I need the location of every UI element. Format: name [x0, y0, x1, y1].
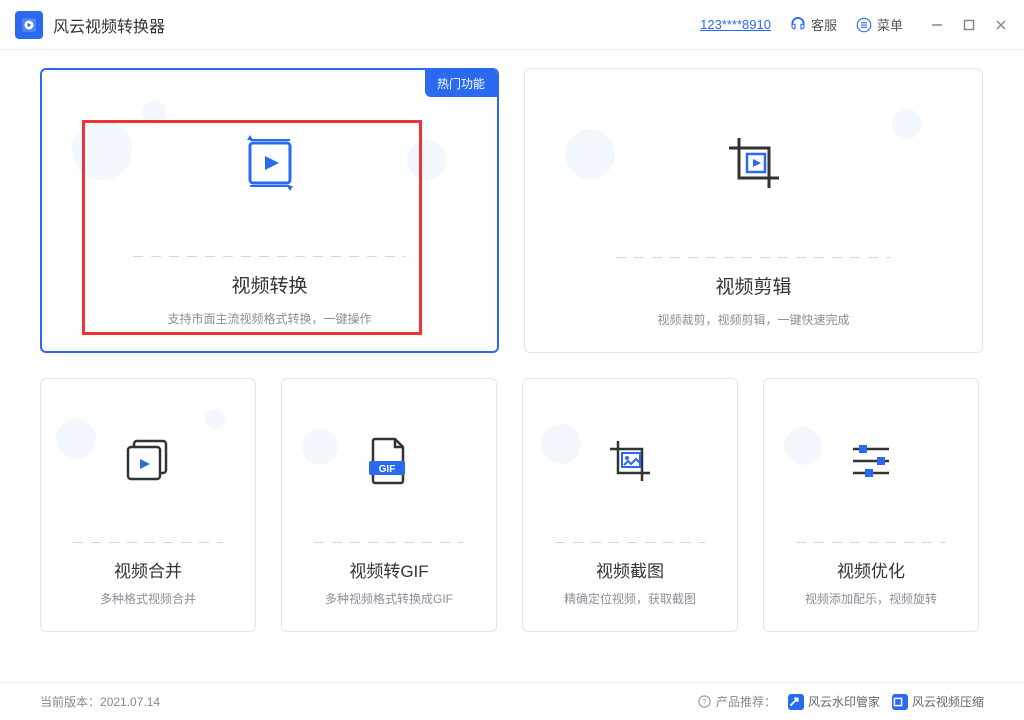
card-video-screenshot[interactable]: 视频截图 精确定位视频，获取截图 — [522, 378, 738, 632]
menu-icon — [855, 16, 873, 34]
card-video-merge[interactable]: 视频合并 多种格式视频合并 — [40, 378, 256, 632]
support-button[interactable]: 客服 — [789, 15, 837, 34]
headset-icon — [789, 16, 807, 34]
user-id-link[interactable]: 123****8910 — [700, 17, 771, 32]
window-controls — [929, 17, 1009, 33]
watermark-icon — [788, 694, 804, 710]
minimize-button[interactable] — [929, 17, 945, 33]
card-desc: 精确定位视频，获取截图 — [554, 590, 706, 607]
card-video-edit[interactable]: 视频剪辑 视频裁剪，视频剪辑，一键快速完成 — [524, 68, 983, 353]
version-value: 2021.07.14 — [100, 695, 160, 709]
card-title: 视频转换 — [231, 271, 307, 298]
version-label: 当前版本： — [40, 693, 100, 710]
footer: 当前版本： 2021.07.14 ? 产品推荐： 风云水印管家 风云视频压缩 — [0, 682, 1024, 720]
maximize-button[interactable] — [961, 17, 977, 33]
card-title: 视频合并 — [114, 557, 182, 582]
card-desc: 视频裁剪，视频剪辑，一键快速完成 — [647, 311, 859, 328]
menu-button[interactable]: 菜单 — [855, 15, 903, 34]
titlebar: 风云视频转换器 123****8910 客服 菜单 — [0, 0, 1024, 50]
card-desc: 多种格式视频合并 — [90, 590, 206, 607]
card-title: 视频截图 — [596, 557, 664, 582]
app-title: 风云视频转换器 — [53, 13, 165, 37]
recommend-label: 产品推荐： — [716, 693, 776, 710]
card-desc: 支持市面主流视频格式转换，一键操作 — [157, 310, 381, 327]
card-desc: 多种视频格式转换成GIF — [315, 590, 463, 607]
recommend-compress[interactable]: 风云视频压缩 — [892, 693, 984, 710]
card-title: 视频剪辑 — [715, 272, 791, 299]
card-title: 视频优化 — [837, 557, 905, 582]
compress-icon — [892, 694, 908, 710]
card-video-gif[interactable]: GIF 视频转GIF 多种视频格式转换成GIF — [281, 378, 497, 632]
app-logo-icon — [15, 11, 43, 39]
recommend-watermark[interactable]: 风云水印管家 — [788, 693, 880, 710]
help-icon[interactable]: ? — [697, 694, 712, 709]
card-title: 视频转GIF — [349, 557, 428, 582]
main-content: 热门功能 视频转换 支持市面主流视频格式转换，一键操作 视频剪辑 视频裁剪，视频… — [0, 50, 1024, 632]
card-video-optimize[interactable]: 视频优化 视频添加配乐，视频旋转 — [763, 378, 979, 632]
card-desc: 视频添加配乐，视频旋转 — [795, 590, 947, 607]
card-video-convert[interactable]: 热门功能 视频转换 支持市面主流视频格式转换，一键操作 — [40, 68, 499, 353]
svg-text:?: ? — [702, 697, 706, 706]
close-button[interactable] — [993, 17, 1009, 33]
